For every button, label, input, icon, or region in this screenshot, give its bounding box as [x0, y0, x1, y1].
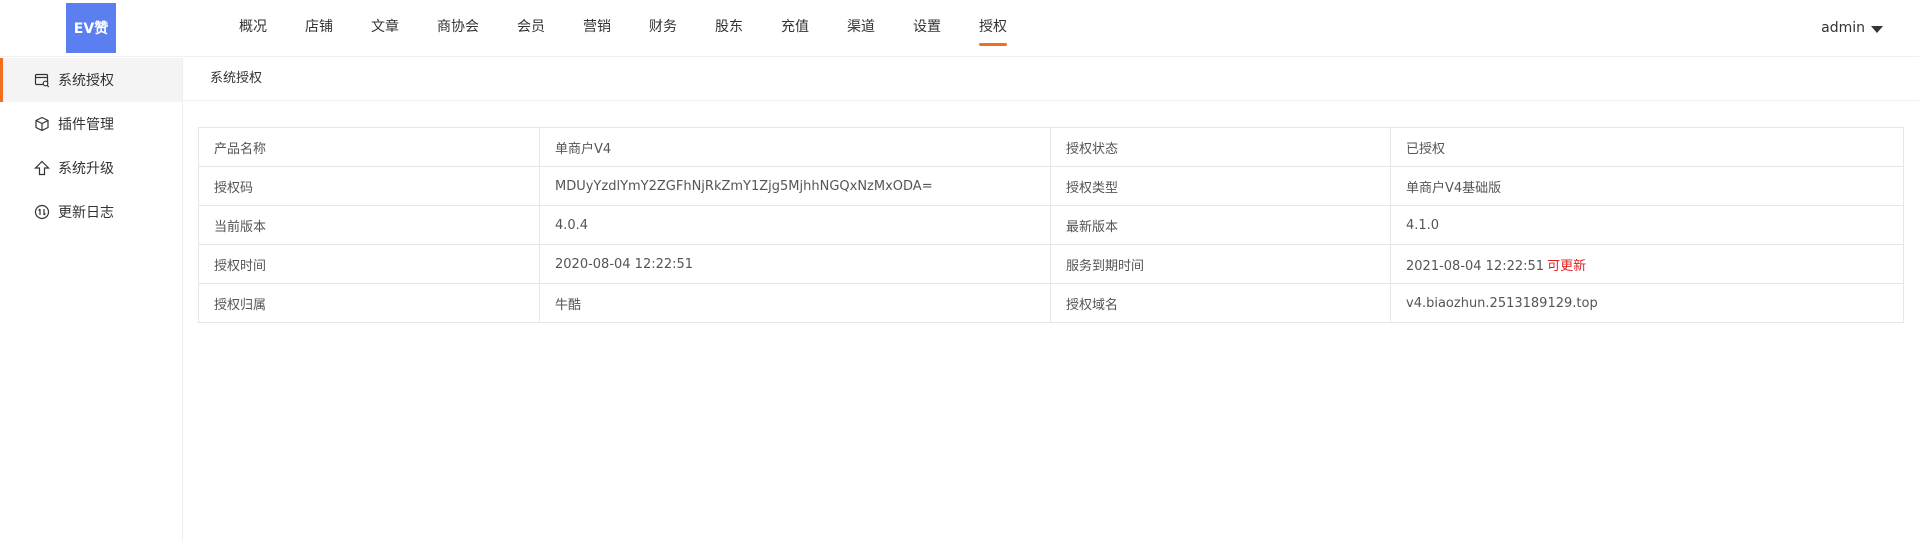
table-row: 授权码 MDUyYzdlYmY2ZGFhNjRkZmY1Zjg5MjhhNGQx… — [198, 166, 1904, 206]
sidebar: 系统授权 插件管理 系统升级 更新日志 — [0, 58, 183, 541]
logo-text: EV赞 — [73, 21, 109, 37]
label-license-type: 授权类型 — [1050, 166, 1391, 206]
value-latest-version: 4.1.0 — [1390, 205, 1904, 245]
sidebar-item-label: 插件管理 — [58, 117, 114, 133]
value-license-domain: v4.biaozhun.2513189129.top — [1390, 283, 1904, 323]
update-log-icon — [34, 204, 50, 220]
breadcrumb: 系统授权 — [183, 58, 1919, 101]
label-latest-version: 最新版本 — [1050, 205, 1391, 245]
plugin-cube-icon — [34, 116, 50, 132]
nav-item-article[interactable]: 文章 — [352, 0, 418, 57]
value-current-version: 4.0.4 — [539, 205, 1051, 245]
nav-item-settings[interactable]: 设置 — [894, 0, 960, 57]
nav-item-recharge[interactable]: 充值 — [762, 0, 828, 57]
sidebar-item-update-log[interactable]: 更新日志 — [0, 190, 182, 234]
label-service-expiry: 服务到期时间 — [1050, 244, 1391, 284]
nav-item-shareholder[interactable]: 股东 — [696, 0, 762, 57]
sidebar-item-plugin-management[interactable]: 插件管理 — [0, 102, 182, 146]
sidebar-item-system-upgrade[interactable]: 系统升级 — [0, 146, 182, 190]
value-license-time: 2020-08-04 12:22:51 — [539, 244, 1051, 284]
value-license-type: 单商户V4基础版 — [1390, 166, 1904, 206]
nav-item-chamber[interactable]: 商协会 — [418, 0, 498, 57]
label-license-owner: 授权归属 — [198, 283, 540, 323]
license-icon — [34, 72, 50, 88]
username: admin — [1821, 20, 1865, 36]
table-row: 当前版本 4.0.4 最新版本 4.1.0 — [198, 205, 1904, 245]
value-service-expiry: 2021-08-04 12:22:51 — [1406, 258, 1545, 274]
license-info-table: 产品名称 单商户V4 授权状态 已授权 授权码 MDUyYzdlYmY2ZGFh… — [198, 127, 1904, 323]
user-menu[interactable]: admin — [1821, 0, 1883, 57]
label-license-time: 授权时间 — [198, 244, 540, 284]
label-product-name: 产品名称 — [198, 127, 540, 167]
table-row: 授权归属 牛酷 授权域名 v4.biaozhun.2513189129.top — [198, 283, 1904, 323]
nav-item-finance[interactable]: 财务 — [630, 0, 696, 57]
main-nav: 概况 店铺 文章 商协会 会员 营销 财务 股东 充值 渠道 设置 授权 — [220, 0, 1026, 57]
app-logo[interactable]: EV赞 — [66, 3, 116, 53]
nav-item-marketing[interactable]: 营销 — [564, 0, 630, 57]
nav-item-channel[interactable]: 渠道 — [828, 0, 894, 57]
label-license-status: 授权状态 — [1050, 127, 1391, 167]
value-license-owner: 牛酷 — [539, 283, 1051, 323]
table-row: 授权时间 2020-08-04 12:22:51 服务到期时间 2021-08-… — [198, 244, 1904, 284]
label-license-domain: 授权域名 — [1050, 283, 1391, 323]
caret-down-icon — [1871, 26, 1883, 33]
nav-item-member[interactable]: 会员 — [498, 0, 564, 57]
sidebar-item-label: 系统升级 — [58, 161, 114, 177]
license-info-panel: 产品名称 单商户V4 授权状态 已授权 授权码 MDUyYzdlYmY2ZGFh… — [198, 127, 1904, 323]
value-license-status: 已授权 — [1390, 127, 1904, 167]
nav-item-authorization[interactable]: 授权 — [960, 0, 1026, 57]
label-current-version: 当前版本 — [198, 205, 540, 245]
update-available-link[interactable]: 可更新 — [1547, 259, 1586, 274]
table-row: 产品名称 单商户V4 授权状态 已授权 — [198, 127, 1904, 167]
value-service-expiry-cell: 2021-08-04 12:22:51 可更新 — [1390, 244, 1904, 284]
nav-item-overview[interactable]: 概况 — [220, 0, 286, 57]
label-license-code: 授权码 — [198, 166, 540, 206]
sidebar-item-label: 更新日志 — [58, 205, 114, 221]
value-license-code: MDUyYzdlYmY2ZGFhNjRkZmY1Zjg5MjhhNGQxNzMx… — [539, 166, 1051, 206]
sidebar-item-system-license[interactable]: 系统授权 — [0, 58, 182, 102]
upgrade-arrow-icon — [34, 160, 50, 176]
value-product-name: 单商户V4 — [539, 127, 1051, 167]
nav-item-shop[interactable]: 店铺 — [286, 0, 352, 57]
sidebar-item-label: 系统授权 — [58, 73, 114, 89]
top-bar: EV赞 概况 店铺 文章 商协会 会员 营销 财务 股东 充值 渠道 设置 授权… — [0, 0, 1919, 57]
